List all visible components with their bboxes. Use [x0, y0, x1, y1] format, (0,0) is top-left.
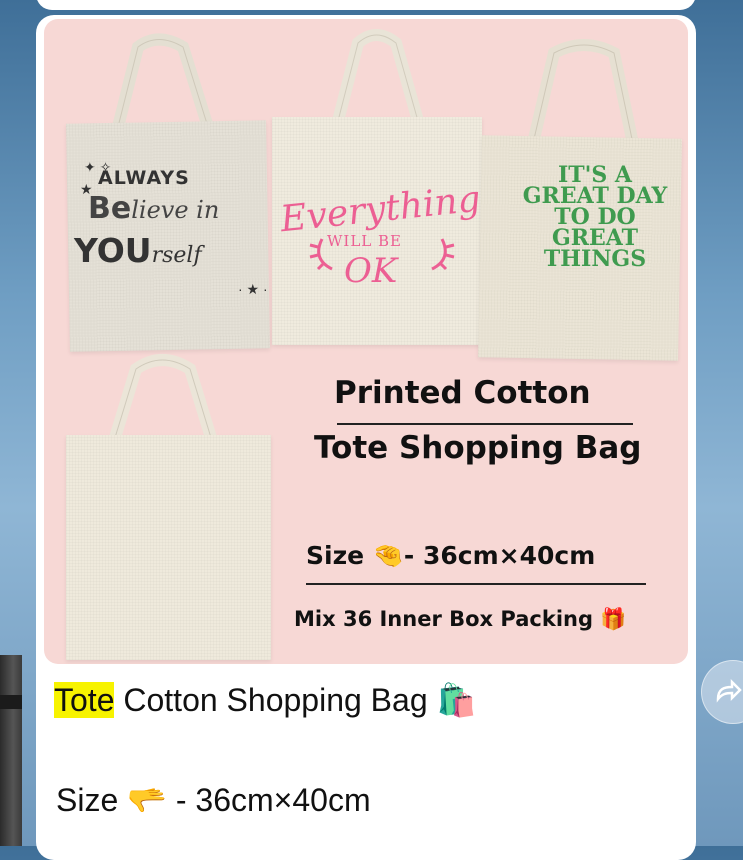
title-line2: Tote Shopping Bag — [314, 430, 642, 466]
tote-bag-plain — [66, 349, 286, 664]
size-divider — [306, 583, 646, 585]
packing-label: Mix 36 Inner Box Packing 🎁 — [294, 607, 627, 631]
bag2-line2: WILL BE — [327, 232, 403, 250]
share-icon — [716, 679, 742, 703]
message-card: ✦ ✧ ★ · ★ · ALWAYS Believe in YOUrself E… — [36, 15, 696, 860]
title-divider — [337, 423, 633, 425]
bag2-line3: OK — [344, 251, 398, 291]
bag1-line2: Believe in — [88, 191, 220, 226]
bag-handles — [332, 29, 424, 127]
bag3-text: IT'S A GREAT DAY TO DO GREAT THINGS — [522, 162, 668, 272]
message-caption: Tote Cotton Shopping Bag 🛍️ — [54, 682, 477, 718]
product-image[interactable]: ✦ ✧ ★ · ★ · ALWAYS Believe in YOUrself E… — [44, 19, 688, 664]
bag-handles — [528, 39, 638, 145]
size-label: Size 🤏- 36cm×40cm — [306, 541, 596, 570]
bag1-line1: ALWAYS — [98, 167, 190, 189]
message-size-line: Size 🫳 - 36cm×40cm — [56, 782, 371, 818]
share-button[interactable] — [701, 660, 743, 724]
search-highlight: Tote — [54, 682, 115, 718]
title-line1: Printed Cotton — [334, 375, 591, 411]
bag-handles — [108, 354, 218, 447]
background-post — [0, 655, 22, 846]
bag1-line3: YOUrself — [74, 231, 202, 270]
previous-card-edge — [36, 0, 696, 10]
